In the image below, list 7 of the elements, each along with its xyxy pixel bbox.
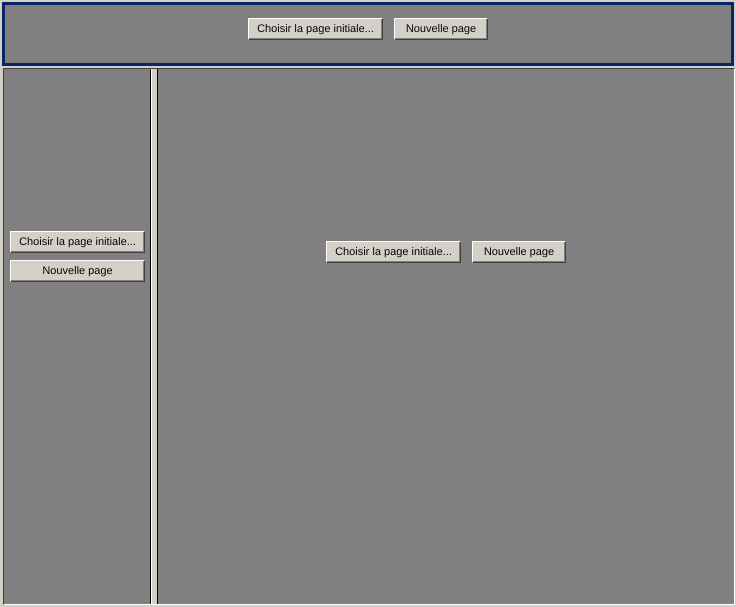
new-page-button[interactable]: Nouvelle page — [472, 241, 566, 263]
choose-start-page-button[interactable]: Choisir la page initiale... — [248, 18, 383, 40]
new-page-button[interactable]: Nouvelle page — [394, 18, 488, 40]
choose-start-page-button[interactable]: Choisir la page initiale... — [326, 241, 461, 263]
choose-start-page-button[interactable]: Choisir la page initiale... — [10, 231, 145, 253]
frame-splitter[interactable] — [151, 69, 158, 604]
new-page-button[interactable]: Nouvelle page — [10, 260, 145, 282]
